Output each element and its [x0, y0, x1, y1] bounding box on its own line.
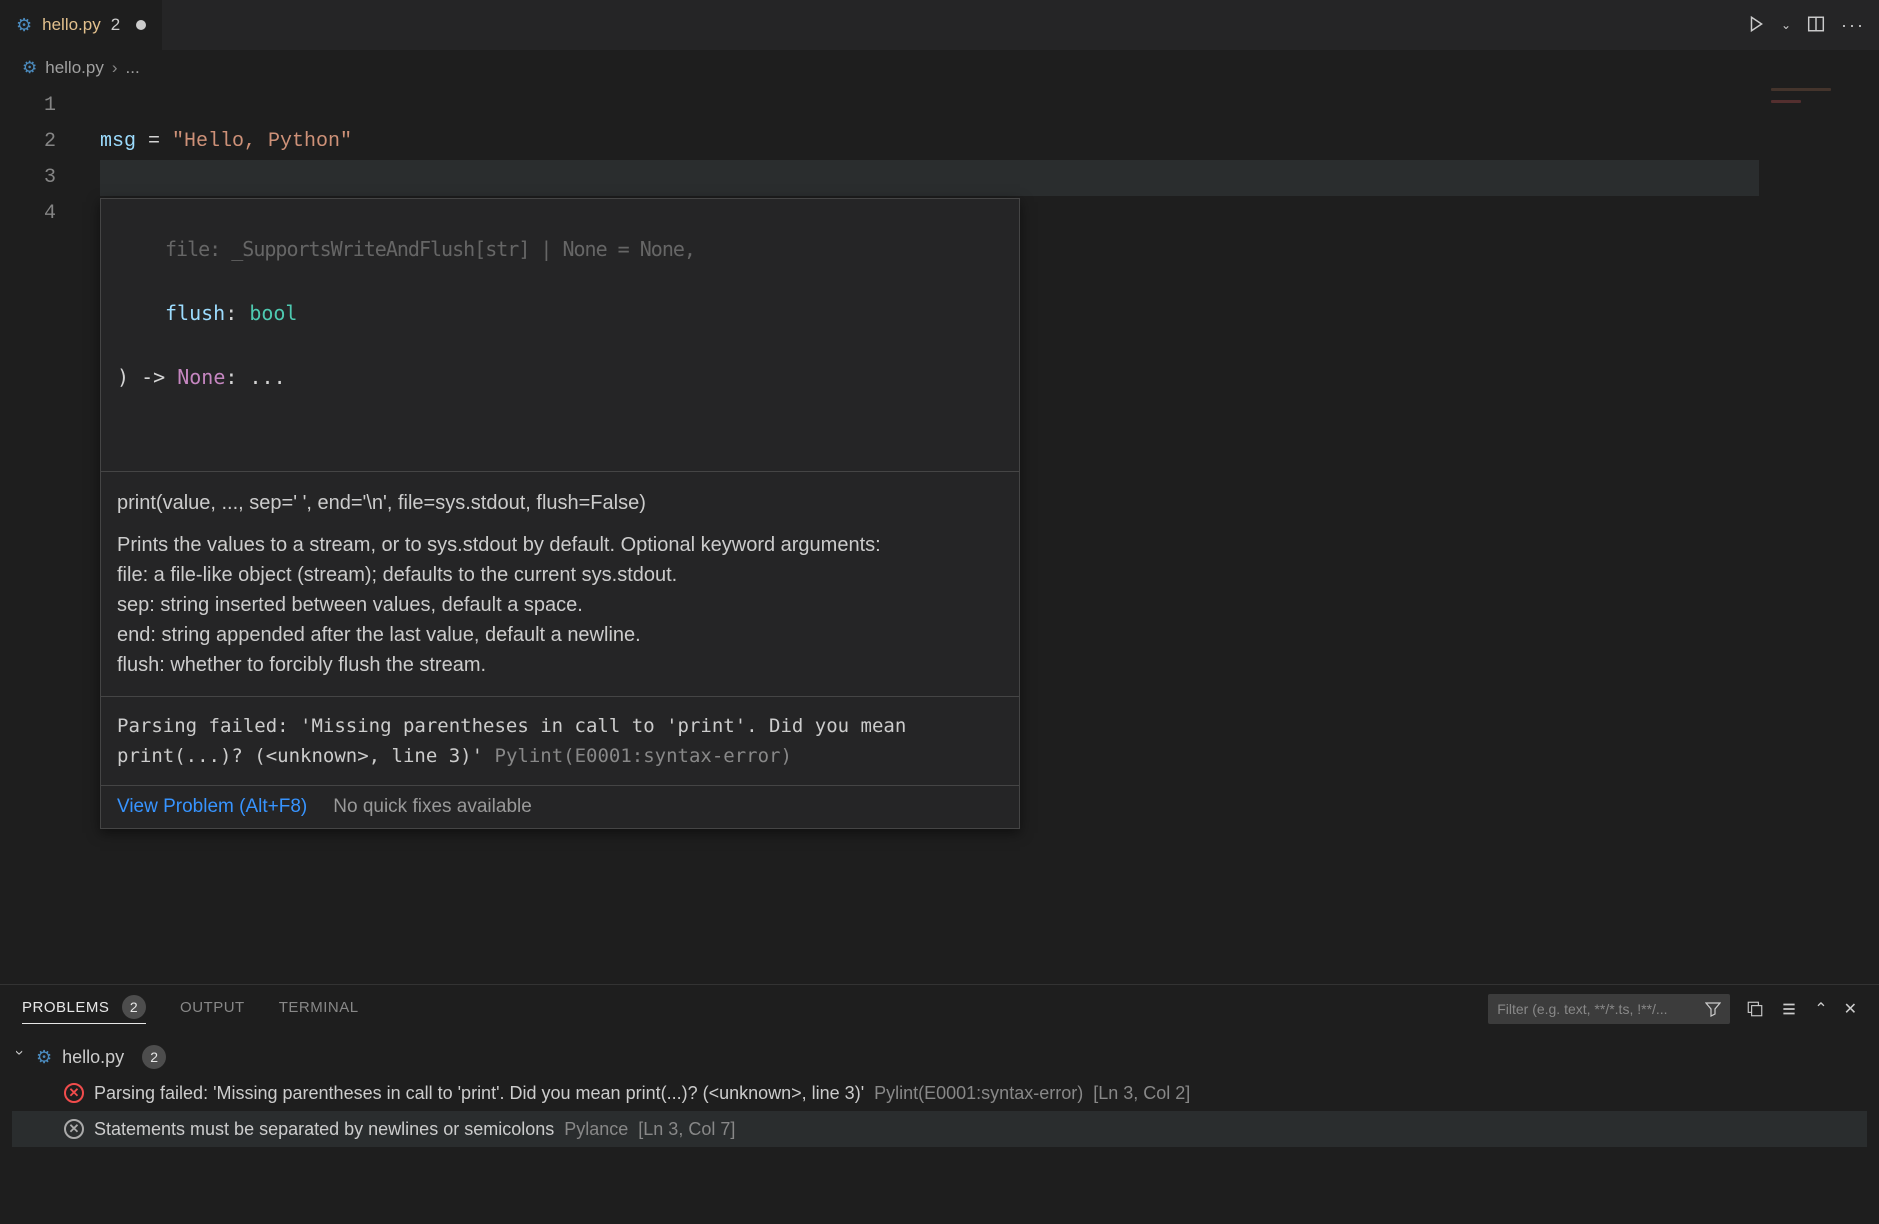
- python-file-icon: ⚙: [16, 15, 32, 36]
- chevron-right-icon: ›: [112, 58, 118, 78]
- problems-count-badge: 2: [122, 995, 146, 1019]
- problems-list: › ⚙ hello.py 2 ✕ Parsing failed: 'Missin…: [0, 1033, 1879, 1224]
- problems-file-name: hello.py: [62, 1039, 124, 1075]
- info-icon: ✕: [64, 1119, 84, 1139]
- collapse-all-icon[interactable]: [1746, 1000, 1764, 1018]
- hover-tooltip: file: _SupportsWriteAndFlush[str] | None…: [100, 198, 1020, 829]
- breadcrumb-scope: ...: [126, 58, 140, 78]
- editor-tab-hello-py[interactable]: ⚙ hello.py 2: [0, 0, 163, 50]
- file-problem-count: 2: [142, 1045, 166, 1069]
- tab-problems[interactable]: PROBLEMS 2: [22, 995, 146, 1024]
- python-file-icon: ⚙: [22, 58, 37, 78]
- hover-error-message: Parsing failed: 'Missing parentheses in …: [101, 697, 1019, 786]
- tab-filename: hello.py: [42, 15, 101, 35]
- view-problem-link[interactable]: View Problem (Alt+F8): [117, 796, 307, 818]
- hover-documentation: print(value, ..., sep=' ', end='\n', fil…: [101, 472, 1019, 697]
- close-panel-icon[interactable]: ✕: [1844, 999, 1857, 1019]
- tab-problem-count: 2: [111, 15, 120, 35]
- minimap[interactable]: [1771, 88, 1871, 128]
- problems-filter-input[interactable]: [1488, 994, 1730, 1024]
- problems-file-group[interactable]: › ⚙ hello.py 2: [12, 1039, 1867, 1075]
- more-actions-button[interactable]: ···: [1841, 15, 1865, 36]
- split-editor-button[interactable]: [1807, 15, 1825, 36]
- run-dropdown-icon[interactable]: ⌄: [1781, 18, 1791, 32]
- breadcrumb[interactable]: ⚙ hello.py › ...: [0, 50, 1879, 86]
- line-number: 3: [0, 160, 56, 196]
- maximize-panel-icon[interactable]: ⌃: [1814, 999, 1827, 1019]
- python-file-icon: ⚙: [36, 1039, 52, 1075]
- editor[interactable]: 1 2 3 4 msg = "Hello, Python" print msg …: [0, 86, 1879, 984]
- tab-terminal[interactable]: TERMINAL: [279, 999, 359, 1020]
- view-as-list-icon[interactable]: [1780, 1000, 1798, 1018]
- editor-actions: ⌄ ···: [1747, 15, 1865, 36]
- line-number: 2: [0, 124, 56, 160]
- bottom-panel: PROBLEMS 2 OUTPUT TERMINAL ⌃ ✕: [0, 984, 1879, 1224]
- run-button[interactable]: [1747, 15, 1765, 36]
- error-icon: ✕: [64, 1083, 84, 1103]
- problem-item[interactable]: ✕ Parsing failed: 'Missing parentheses i…: [12, 1075, 1867, 1111]
- panel-tab-bar: PROBLEMS 2 OUTPUT TERMINAL ⌃ ✕: [0, 985, 1879, 1033]
- filter-icon[interactable]: [1705, 1001, 1721, 1017]
- line-number: 1: [0, 88, 56, 124]
- breadcrumb-file: hello.py: [45, 58, 104, 78]
- hover-actions: View Problem (Alt+F8) No quick fixes ava…: [101, 786, 1019, 828]
- chevron-down-icon: ›: [1, 1050, 37, 1064]
- problem-item[interactable]: ✕ Statements must be separated by newlin…: [12, 1111, 1867, 1147]
- tab-bar: ⚙ hello.py 2 ⌄ ···: [0, 0, 1879, 50]
- dirty-indicator-icon: [136, 20, 146, 30]
- hover-signature: file: _SupportsWriteAndFlush[str] | None…: [101, 199, 1019, 472]
- line-number: 4: [0, 196, 56, 232]
- line-number-gutter: 1 2 3 4: [0, 86, 70, 984]
- tab-output[interactable]: OUTPUT: [180, 999, 245, 1020]
- filter-text-input[interactable]: [1497, 1001, 1697, 1017]
- no-quick-fixes-label: No quick fixes available: [333, 796, 532, 818]
